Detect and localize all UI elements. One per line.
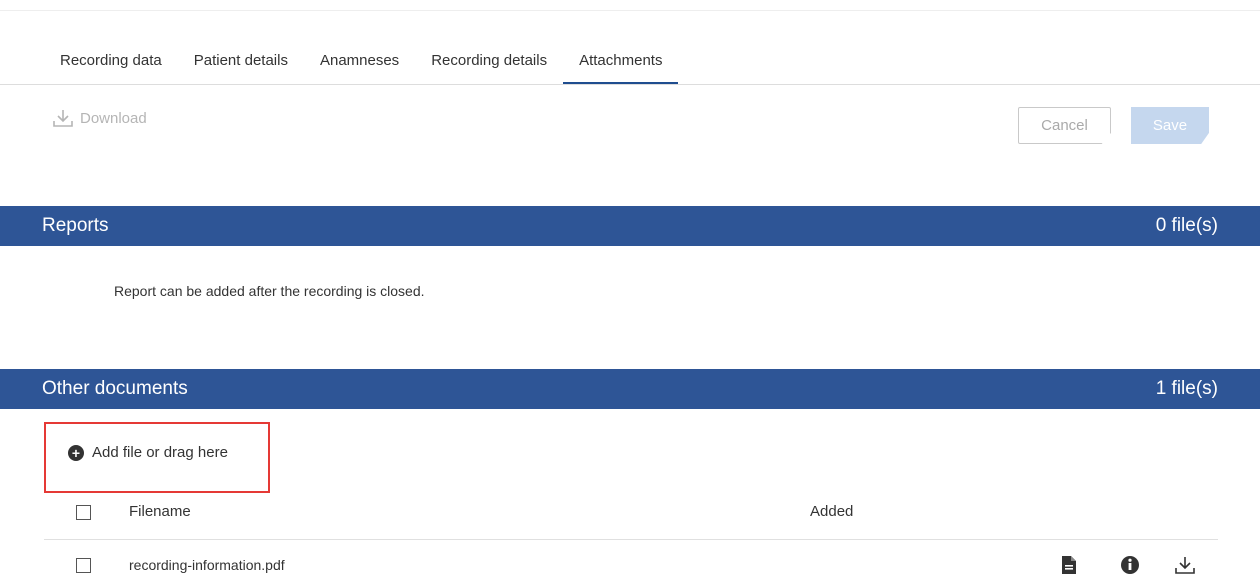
other-documents-count: 1 file(s) [1155, 378, 1218, 399]
download-label: Download [80, 109, 147, 127]
select-all-checkbox[interactable] [76, 505, 91, 520]
add-file-button[interactable]: + Add file or drag here [68, 444, 228, 461]
download-icon [53, 110, 73, 127]
tab-patient-details[interactable]: Patient details [178, 44, 304, 84]
table-header: Filename Added [44, 496, 1218, 540]
cancel-button[interactable]: Cancel [1018, 107, 1111, 144]
row-checkbox[interactable] [76, 558, 91, 573]
other-documents-title: Other documents [42, 378, 188, 399]
column-added: Added [810, 503, 854, 520]
tabs-divider [0, 84, 1260, 85]
row-filename: recording-information.pdf [129, 557, 285, 573]
add-file-label: Add file or drag here [92, 444, 228, 461]
tab-recording-data[interactable]: Recording data [44, 44, 178, 84]
table-row: recording-information.pdf [44, 541, 1218, 576]
reports-header: Reports 0 file(s) [0, 206, 1260, 246]
info-icon[interactable] [1120, 555, 1140, 575]
download-icon[interactable] [1174, 555, 1196, 575]
top-divider [0, 10, 1260, 11]
other-documents-header: Other documents 1 file(s) [0, 369, 1260, 409]
add-file-highlight: + Add file or drag here [44, 422, 270, 493]
report-note: Report can be added after the recording … [114, 283, 425, 299]
document-icon[interactable] [1060, 555, 1078, 575]
save-button[interactable]: Save [1131, 107, 1209, 144]
tab-anamneses[interactable]: Anamneses [304, 44, 415, 84]
column-filename: Filename [129, 503, 191, 520]
reports-title: Reports [42, 215, 109, 236]
reports-count: 0 file(s) [1155, 215, 1218, 236]
tab-recording-details[interactable]: Recording details [415, 44, 563, 84]
tab-bar: Recording data Patient details Anamneses… [44, 44, 679, 84]
plus-circle-icon: + [68, 444, 84, 461]
tab-attachments[interactable]: Attachments [563, 44, 679, 84]
download-button[interactable]: Download [52, 108, 147, 128]
